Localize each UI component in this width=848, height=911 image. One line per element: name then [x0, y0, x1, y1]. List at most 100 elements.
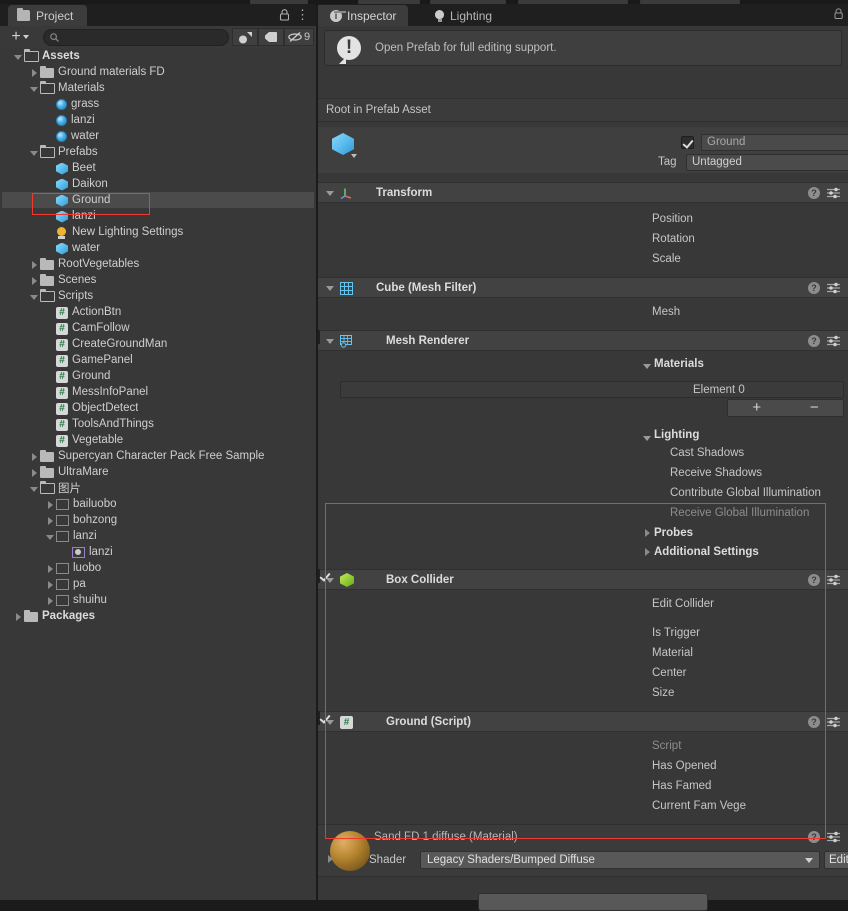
tab-project[interactable]: Project [8, 5, 88, 26]
asset-tree-row[interactable]: 图片 [2, 480, 314, 496]
panel-menu-icon[interactable]: ⋮ [296, 8, 309, 22]
asset-tree-row[interactable]: pa [2, 576, 314, 592]
chevron-down-icon[interactable] [30, 84, 39, 93]
asset-tree-row[interactable]: # CreateGroundMan [2, 336, 314, 352]
box-collider-enabled-checkbox[interactable] [318, 569, 320, 583]
add-component-button[interactable] [478, 893, 708, 911]
asset-tree-row[interactable]: # ToolsAndThings [2, 416, 314, 432]
ground-script-enabled-checkbox[interactable] [318, 711, 320, 725]
preset-icon[interactable] [827, 187, 840, 199]
chevron-right-icon[interactable] [30, 260, 39, 269]
tab-inspector[interactable]: i Inspector [318, 5, 409, 26]
gameobject-name-field[interactable]: Ground [701, 134, 848, 151]
chevron-right-icon[interactable] [30, 452, 39, 461]
filter-by-type-button[interactable] [232, 28, 258, 46]
component-header-mesh-filter[interactable]: Cube (Mesh Filter) ? [318, 277, 848, 298]
mesh-renderer-enabled-checkbox[interactable] [318, 330, 320, 344]
preset-icon[interactable] [827, 716, 840, 728]
asset-tree-row[interactable]: # ActionBtn [2, 304, 314, 320]
chevron-right-icon[interactable] [46, 564, 55, 573]
asset-tree-row[interactable]: Assets [2, 48, 314, 64]
asset-tree-row[interactable]: # CamFollow [2, 320, 314, 336]
chevron-down-icon[interactable] [46, 532, 55, 541]
asset-tree-row[interactable]: Beet [2, 160, 314, 176]
asset-tree-row[interactable]: shuihu [2, 592, 314, 608]
asset-tree-row[interactable]: grass [2, 96, 314, 112]
asset-tree-row[interactable]: UltraMare [2, 464, 314, 480]
asset-tree-row[interactable]: # Vegetable [2, 432, 314, 448]
asset-tree-row[interactable]: Prefabs [2, 144, 314, 160]
tag-dropdown[interactable]: Untagged [686, 154, 848, 171]
preset-icon[interactable] [827, 335, 840, 347]
component-header-mesh-renderer[interactable]: Mesh Renderer ? [318, 330, 848, 351]
lock-icon[interactable] [279, 9, 290, 21]
chevron-right-icon[interactable] [30, 68, 39, 77]
lighting-foldout-arrow[interactable] [643, 433, 652, 442]
saved-search-button[interactable]: 9 [284, 28, 314, 46]
remove-material-button[interactable]: − [786, 400, 844, 416]
chevron-down-icon[interactable] [351, 154, 357, 158]
reorder-handle-icon[interactable] [334, 11, 346, 13]
asset-tree-row[interactable]: Materials [2, 80, 314, 96]
asset-tree-row[interactable]: lanzi [2, 544, 314, 560]
asset-tree-row[interactable]: RootVegetables [2, 256, 314, 272]
help-icon[interactable]: ? [808, 335, 820, 347]
shader-foldout-arrow[interactable] [326, 855, 335, 864]
asset-tree-row[interactable]: Packages [2, 608, 314, 624]
asset-tree-row[interactable]: lanzi [2, 528, 314, 544]
materials-foldout-arrow[interactable] [643, 361, 652, 370]
component-header-ground-script[interactable]: # Ground (Script) ? [318, 711, 848, 732]
add-material-button[interactable]: + [728, 400, 786, 416]
chevron-down-icon[interactable] [14, 52, 23, 61]
shader-edit-button[interactable]: Edit... [824, 851, 848, 869]
additional-settings-foldout-arrow[interactable] [643, 548, 652, 557]
probes-foldout-arrow[interactable] [643, 529, 652, 538]
preset-icon[interactable] [827, 574, 840, 586]
asset-tree-row[interactable]: Ground [2, 192, 314, 208]
preset-icon[interactable] [827, 282, 840, 294]
chevron-right-icon[interactable] [46, 500, 55, 509]
asset-tree-row[interactable]: Supercyan Character Pack Free Sample [2, 448, 314, 464]
asset-tree-row[interactable]: Scenes [2, 272, 314, 288]
search-input[interactable] [43, 29, 229, 46]
asset-tree-row[interactable]: # GamePanel [2, 352, 314, 368]
component-header-transform[interactable]: Transform ? [318, 182, 848, 203]
chevron-down-icon[interactable] [30, 292, 39, 301]
asset-tree-row[interactable]: bailuobo [2, 496, 314, 512]
asset-tree-row[interactable]: # Ground [2, 368, 314, 384]
chevron-right-icon[interactable] [30, 276, 39, 285]
help-icon[interactable]: ? [808, 716, 820, 728]
component-header-box-collider[interactable]: Box Collider ? [318, 569, 848, 590]
help-icon[interactable]: ? [808, 574, 820, 586]
chevron-down-icon[interactable] [30, 484, 39, 493]
asset-tree-row[interactable]: # ObjectDetect [2, 400, 314, 416]
help-icon[interactable]: ? [808, 187, 820, 199]
preset-icon[interactable] [827, 831, 840, 843]
asset-tree-row[interactable]: lanzi [2, 208, 314, 224]
asset-tree-row[interactable]: lanzi [2, 112, 314, 128]
panel-menu-icon[interactable] [834, 8, 844, 20]
asset-tree-row[interactable]: bohzong [2, 512, 314, 528]
asset-tree-row[interactable]: # MessInfoPanel [2, 384, 314, 400]
filter-by-label-button[interactable] [258, 28, 284, 46]
chevron-down-icon[interactable] [30, 148, 39, 157]
chevron-right-icon[interactable] [46, 516, 55, 525]
help-icon[interactable]: ? [808, 831, 820, 843]
chevron-right-icon[interactable] [14, 612, 23, 621]
chevron-right-icon[interactable] [30, 468, 39, 477]
asset-tree-row[interactable]: New Lighting Settings [2, 224, 314, 240]
help-icon[interactable]: ? [808, 282, 820, 294]
gameobject-enabled-checkbox[interactable] [681, 136, 694, 149]
material-element-row[interactable] [340, 381, 844, 398]
asset-tree-row[interactable]: luobo [2, 560, 314, 576]
asset-tree-row[interactable]: Scripts [2, 288, 314, 304]
asset-tree-row[interactable]: Ground materials FD [2, 64, 314, 80]
create-asset-button[interactable]: + [6, 28, 34, 46]
chevron-right-icon[interactable] [46, 596, 55, 605]
shader-dropdown[interactable]: Legacy Shaders/Bumped Diffuse [420, 851, 820, 869]
chevron-right-icon[interactable] [46, 580, 55, 589]
asset-tree-row[interactable]: water [2, 128, 314, 144]
tab-lighting[interactable]: Lighting [422, 5, 504, 26]
asset-tree-row[interactable]: Daikon [2, 176, 314, 192]
asset-tree-row[interactable]: water [2, 240, 314, 256]
